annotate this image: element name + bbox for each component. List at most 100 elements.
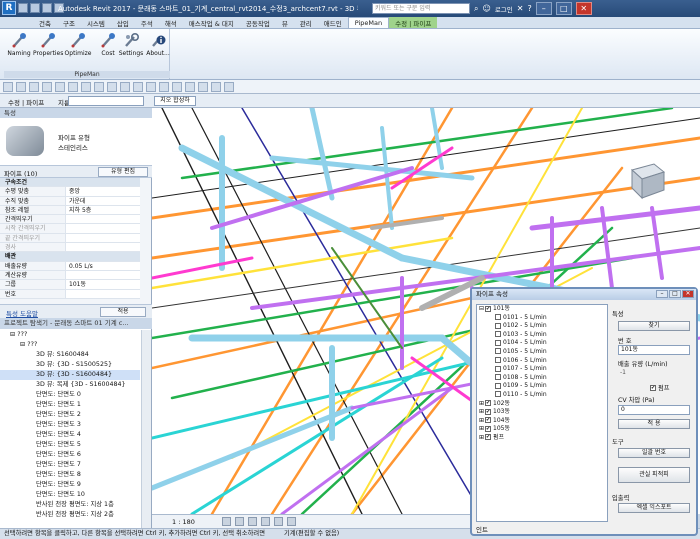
undo-icon[interactable] bbox=[42, 3, 52, 13]
node-checkbox[interactable] bbox=[495, 348, 501, 355]
view-scale[interactable]: 1 : 180 bbox=[172, 518, 195, 526]
property-value[interactable] bbox=[66, 270, 140, 280]
trim-icon[interactable] bbox=[172, 81, 182, 92]
exchange-icon[interactable]: ✕ bbox=[517, 4, 524, 13]
save-icon[interactable] bbox=[30, 3, 40, 13]
apply-button[interactable]: 적용 bbox=[100, 307, 146, 317]
join-icon[interactable] bbox=[68, 81, 78, 92]
rotate-icon[interactable] bbox=[120, 81, 130, 92]
browser-tree-item[interactable]: 반사된 천장 평면도: 지상 2층 bbox=[0, 510, 140, 520]
property-row[interactable]: 경사 bbox=[0, 243, 140, 253]
align-icon[interactable] bbox=[94, 81, 104, 92]
tab-systems[interactable]: 시스템 bbox=[81, 17, 111, 28]
tab-collaborate[interactable]: 공동작업 bbox=[240, 17, 276, 28]
node-checkbox[interactable]: ✔ bbox=[485, 417, 492, 424]
browser-tree-item[interactable]: 단면도: 단면도 10 bbox=[0, 490, 140, 500]
property-value[interactable] bbox=[66, 289, 140, 298]
tab-view[interactable]: 뷰 bbox=[276, 17, 294, 28]
property-value[interactable] bbox=[66, 224, 140, 233]
property-row[interactable]: 간격띄우기 bbox=[0, 215, 140, 225]
app-logo[interactable]: R bbox=[2, 1, 16, 15]
node-checkbox[interactable] bbox=[495, 322, 501, 329]
property-group-header[interactable]: 구속조건 bbox=[0, 178, 140, 188]
browser-tree-item[interactable]: 단면도: 단면도 5 bbox=[0, 440, 140, 450]
help-icon[interactable]: ? bbox=[527, 4, 531, 13]
binoculars-icon[interactable]: ⌕ bbox=[474, 4, 478, 14]
offset-icon[interactable] bbox=[198, 81, 208, 92]
instance-count[interactable]: 파이프 (10) bbox=[4, 168, 37, 178]
pipe-tree-node[interactable]: 0105 - 5 L/min bbox=[477, 348, 607, 357]
browser-tree-item[interactable]: 단면도: 단면도 3 bbox=[0, 420, 140, 430]
pipe-tree-node[interactable]: 0103 - 5 L/min bbox=[477, 331, 607, 340]
property-value[interactable] bbox=[66, 233, 140, 243]
pipe-tree-node[interactable]: ⊞ ✔ 103동 bbox=[477, 408, 607, 417]
property-value[interactable]: 가운데 bbox=[66, 196, 140, 205]
expand-toggle-icon[interactable]: ⊞ bbox=[479, 434, 484, 441]
pipe-tree-node[interactable]: 0104 - 5 L/min bbox=[477, 339, 607, 348]
copy-icon[interactable] bbox=[29, 81, 39, 92]
move-icon[interactable] bbox=[107, 81, 117, 92]
property-value[interactable] bbox=[66, 215, 140, 224]
dialog-maximize-button[interactable]: □ bbox=[669, 290, 681, 298]
pipe-tree-node[interactable]: ⊞ ✔ 펌프 bbox=[477, 434, 607, 443]
dialog-minimize-button[interactable]: – bbox=[656, 290, 668, 298]
node-checkbox[interactable] bbox=[495, 357, 501, 364]
paste-icon[interactable] bbox=[42, 81, 52, 92]
edit-type-button[interactable]: 유형 편집 bbox=[98, 167, 148, 177]
tab-insert[interactable]: 삽입 bbox=[111, 17, 135, 28]
property-group-header[interactable]: 배관 bbox=[0, 252, 140, 262]
user-icon[interactable]: ☺ bbox=[482, 4, 490, 13]
minimize-button[interactable]: – bbox=[535, 2, 552, 15]
modify-icon[interactable] bbox=[3, 81, 13, 92]
browser-scrollbar[interactable] bbox=[141, 330, 151, 528]
type-selector[interactable]: 파이프 유형 스테인리스 bbox=[0, 118, 152, 166]
node-checkbox[interactable] bbox=[495, 314, 501, 321]
expand-toggle-icon[interactable]: ⊟ bbox=[479, 305, 484, 312]
node-checkbox[interactable]: ✔ bbox=[485, 425, 492, 432]
login-link[interactable]: 로그인 bbox=[495, 4, 513, 14]
dialog-close-button[interactable]: ✕ bbox=[682, 290, 694, 298]
tab-modify-pipe[interactable]: 수정 | 파이프 bbox=[389, 17, 438, 28]
sun-path-icon[interactable] bbox=[248, 517, 257, 526]
browser-tree-item[interactable]: ⊟ ??? bbox=[0, 330, 140, 340]
browser-tree-item[interactable]: 단면도: 단면도 2 bbox=[0, 410, 140, 420]
node-checkbox[interactable] bbox=[495, 382, 501, 389]
search-input[interactable]: 키워드 또는 구문 입력 bbox=[372, 3, 470, 14]
node-checkbox[interactable] bbox=[495, 391, 501, 398]
expand-toggle-icon[interactable]: ⊞ bbox=[479, 400, 484, 407]
pipe-tree-node[interactable]: ⊞ ✔ 102동 bbox=[477, 400, 607, 409]
naming-button[interactable]: Naming bbox=[4, 31, 34, 57]
browser-tree-item[interactable]: 단면도: 단면도 1 bbox=[0, 400, 140, 410]
browser-tree-item[interactable]: 단면도: 단면도 7 bbox=[0, 460, 140, 470]
tab-structure[interactable]: 구조 bbox=[57, 17, 81, 28]
browser-tree-item[interactable]: 단면도: 단면도 4 bbox=[0, 430, 140, 440]
browser-tree-item[interactable]: 3D 뷰: S1600484 bbox=[0, 350, 140, 360]
select-icon[interactable] bbox=[16, 81, 26, 92]
browser-tree-item[interactable]: 단면도: 단면도 8 bbox=[0, 470, 140, 480]
crop-icon[interactable] bbox=[274, 517, 283, 526]
scale-icon[interactable] bbox=[159, 81, 169, 92]
browser-tree-item[interactable]: ⊟ ??? bbox=[0, 340, 140, 350]
visual-style-icon[interactable] bbox=[235, 517, 244, 526]
temporary-hide-icon[interactable] bbox=[287, 517, 296, 526]
dialog-apply-button[interactable]: 적 용 bbox=[618, 419, 690, 429]
open-icon[interactable] bbox=[18, 3, 28, 13]
browser-tree-item[interactable]: 단면도: 단면도 6 bbox=[0, 450, 140, 460]
cut-icon[interactable] bbox=[55, 81, 65, 92]
cv-field[interactable]: 0 bbox=[618, 405, 690, 415]
node-checkbox[interactable] bbox=[495, 374, 501, 381]
node-checkbox[interactable] bbox=[495, 339, 501, 346]
property-row[interactable]: 시작 간격띄우기 bbox=[0, 224, 140, 234]
pipe-tree-node[interactable]: 0108 - 5 L/min bbox=[477, 374, 607, 383]
property-value[interactable]: 지하 5층 bbox=[66, 205, 140, 215]
flow-field[interactable]: -1 bbox=[618, 369, 690, 379]
create-group-button[interactable]: 관실 피적피 bbox=[618, 467, 690, 483]
tab-architecture[interactable]: 건축 bbox=[33, 17, 57, 28]
pipe-tree-node[interactable]: 0109 - 5 L/min bbox=[477, 382, 607, 391]
browser-tree-item[interactable]: 3D 뷰: {3D - S1600484} bbox=[0, 370, 140, 380]
browser-tree-item[interactable]: 단면도: 단면도 0 bbox=[0, 390, 140, 400]
pipe-tree-node[interactable]: 0107 - 5 L/min bbox=[477, 365, 607, 374]
pipe-tree-node[interactable]: ⊞ ✔ 105동 bbox=[477, 425, 607, 434]
find-button[interactable]: 찾기 bbox=[618, 321, 690, 331]
pin-icon[interactable] bbox=[211, 81, 221, 92]
